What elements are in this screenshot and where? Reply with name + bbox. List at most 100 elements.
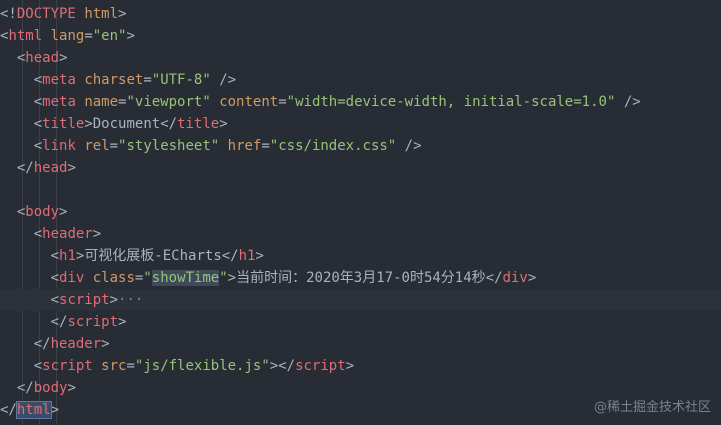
code-punctuation: >	[84, 116, 93, 132]
code-punctuation: </	[0, 336, 51, 352]
code-editor[interactable]: <!DOCTYPE html> <html lang="en"> <head> <…	[0, 0, 721, 425]
code-tag-name: title	[177, 116, 220, 132]
code-punctuation: >	[118, 314, 127, 330]
code-punctuation: =	[109, 138, 119, 154]
code-punctuation: </	[0, 314, 68, 330]
code-punctuation: >	[67, 380, 76, 396]
code-string: "stylesheet"	[118, 138, 220, 154]
code-attribute: src	[101, 358, 127, 374]
code-tag-name: body	[25, 204, 60, 220]
code-tag-name: div	[502, 270, 528, 286]
code-punctuation: >	[527, 270, 537, 286]
watermark: @稀土掘金技术社区	[593, 400, 711, 415]
code-tag-name: script	[295, 358, 346, 374]
code-string: "js/flexible.js"	[134, 358, 270, 374]
code-punctuation: >	[219, 116, 228, 132]
code-tag-name: h1	[59, 248, 76, 264]
code-line[interactable]: <meta charset="UTF-8" />	[0, 69, 721, 91]
code-line[interactable]: <h1>可视化展板-ECharts</h1>	[0, 245, 721, 267]
code-punctuation: =	[261, 138, 270, 154]
code-punctuation: <	[0, 50, 26, 66]
code-punctuation: </	[160, 116, 178, 132]
code-punctuation: />	[615, 94, 641, 110]
code-tag-name: h1	[238, 248, 256, 264]
code-punctuation: =	[84, 28, 93, 44]
code-punctuation: <	[0, 358, 43, 374]
fold-ellipsis[interactable]: ···	[118, 292, 143, 308]
code-tag-name: header	[42, 226, 93, 242]
code-punctuation: >	[101, 336, 110, 352]
code-tag-name: head	[33, 160, 68, 176]
code-attribute: rel	[84, 138, 110, 154]
code-line[interactable]: <script src="js/flexible.js"></script>	[0, 355, 721, 377]
code-tag-name: script	[59, 292, 110, 308]
code-tag-name: title	[42, 116, 85, 132]
code-punctuation: <	[0, 94, 43, 110]
code-punctuation: =	[278, 94, 287, 110]
code-punctuation: >	[126, 28, 135, 44]
code-punctuation: <	[0, 116, 43, 132]
code-punctuation	[219, 138, 227, 154]
code-line[interactable]: <!DOCTYPE html>	[0, 3, 721, 25]
code-punctuation: <	[0, 292, 60, 308]
code-tag-name-matched: html	[15, 401, 52, 419]
code-punctuation: </	[485, 270, 503, 286]
code-line[interactable]: </script>	[0, 311, 721, 333]
code-tag-name: body	[33, 380, 68, 396]
code-attribute: html	[84, 6, 119, 22]
code-punctuation: <!	[0, 6, 17, 22]
code-tag-name: head	[25, 50, 60, 66]
code-text: 当前时间：2020年3月17-0时54分14秒	[236, 270, 486, 286]
code-line[interactable]: <title>Document</title>	[0, 113, 721, 135]
code-attribute: name	[84, 94, 119, 110]
code-punctuation: >	[255, 248, 264, 264]
code-string: "	[219, 270, 228, 286]
code-string: "en"	[92, 28, 127, 44]
code-tag-name: html	[8, 28, 43, 44]
code-punctuation: >	[227, 270, 237, 286]
code-line[interactable]: <body>	[0, 201, 721, 223]
code-punctuation: =	[126, 358, 135, 374]
code-punctuation: >	[67, 160, 76, 176]
code-text: Document	[92, 116, 161, 132]
code-line[interactable]	[0, 179, 721, 201]
code-line[interactable]: </head>	[0, 157, 721, 179]
code-punctuation: <	[0, 72, 43, 88]
code-tag-name: script	[42, 358, 93, 374]
code-punctuation	[211, 94, 219, 110]
code-punctuation: =	[143, 72, 152, 88]
code-punctuation: </	[0, 402, 17, 418]
code-line[interactable]: <meta name="viewport" content="width=dev…	[0, 91, 721, 113]
code-attribute: class	[92, 270, 135, 286]
code-punctuation: <	[0, 226, 43, 242]
code-tag-name: header	[50, 336, 102, 352]
code-punctuation	[84, 270, 92, 286]
code-line[interactable]: <head>	[0, 47, 721, 69]
code-punctuation: >	[92, 226, 102, 242]
code-punctuation: >	[59, 50, 68, 66]
code-punctuation	[93, 358, 101, 374]
code-text: 可视化展板-ECharts	[84, 248, 222, 264]
code-line[interactable]: <link rel="stylesheet" href="css/index.c…	[0, 135, 721, 157]
code-tag-name: link	[42, 138, 76, 154]
code-string: "css/index.css"	[269, 138, 397, 154]
code-punctuation	[42, 28, 50, 44]
code-tag-name: meta	[42, 72, 76, 88]
code-string: "width=device-width, initial-scale=1.0"	[286, 94, 616, 110]
code-line[interactable]: <html lang="en">	[0, 25, 721, 47]
code-punctuation: ></	[269, 358, 296, 374]
code-string-highlighted: showTime	[151, 270, 220, 286]
code-string: "	[143, 270, 152, 286]
code-line[interactable]: <div class="showTime">当前时间：2020年3月17-0时5…	[0, 267, 721, 289]
code-punctuation: >	[345, 358, 355, 374]
code-punctuation: >	[59, 204, 68, 220]
code-line[interactable]: <script>···	[0, 289, 721, 311]
code-tag-name: DOCTYPE	[16, 6, 76, 22]
code-line[interactable]: <header>	[0, 223, 721, 245]
code-line[interactable]: </header>	[0, 333, 721, 355]
code-punctuation: >	[118, 6, 127, 22]
code-punctuation: >	[109, 292, 119, 308]
code-punctuation: <	[0, 270, 60, 286]
code-tag-name: meta	[42, 94, 76, 110]
code-punctuation: <	[0, 204, 26, 220]
